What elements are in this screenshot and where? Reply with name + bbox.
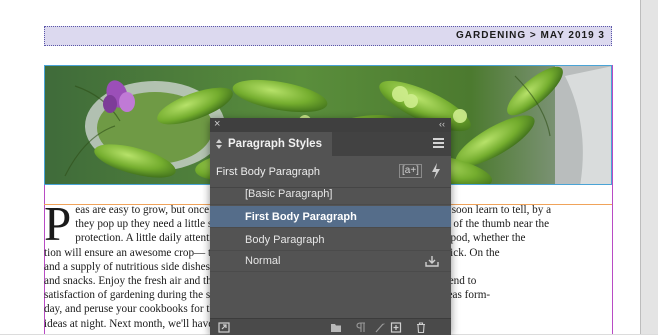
paragraph-styles-panel: × ‹‹ Paragraph Styles First Body Paragra… bbox=[210, 118, 451, 335]
panel-footer bbox=[210, 318, 451, 335]
style-item-first-body-paragraph[interactable]: First Body Paragraph bbox=[210, 206, 451, 228]
running-head-text: GARDENING > MAY 2019 3 bbox=[456, 30, 605, 41]
delete-style-icon[interactable] bbox=[415, 322, 427, 333]
drop-cap: P bbox=[44, 196, 72, 251]
style-item-basic-paragraph[interactable]: [Basic Paragraph] bbox=[210, 183, 451, 205]
new-style-icon[interactable] bbox=[390, 322, 402, 333]
panel-titlebar[interactable]: × ‹‹ bbox=[210, 118, 451, 132]
tab-paragraph-styles[interactable]: Paragraph Styles bbox=[210, 132, 332, 156]
new-group-folder-icon[interactable] bbox=[330, 322, 342, 333]
style-item-label: Body Paragraph bbox=[245, 234, 325, 246]
clear-overrides-icon[interactable] bbox=[356, 322, 368, 333]
panel-title: Paragraph Styles bbox=[228, 138, 322, 150]
pasteboard bbox=[640, 0, 658, 334]
style-item-body-paragraph[interactable]: Body Paragraph bbox=[210, 229, 451, 251]
running-head-frame[interactable]: GARDENING > MAY 2019 3 bbox=[44, 26, 612, 46]
quick-apply-icon[interactable] bbox=[431, 163, 441, 179]
style-item-label: [Basic Paragraph] bbox=[245, 188, 333, 200]
tab-reorder-icon bbox=[216, 139, 222, 149]
close-icon[interactable]: × bbox=[214, 118, 220, 130]
style-item-label: Normal bbox=[245, 255, 281, 267]
collapse-icon[interactable]: ‹‹ bbox=[439, 119, 445, 129]
panel-tab-row: Paragraph Styles bbox=[210, 132, 451, 156]
style-item-normal[interactable]: Normal bbox=[210, 250, 451, 272]
redefine-style-icon[interactable] bbox=[374, 322, 386, 333]
new-style-from-selection-icon[interactable]: [a+] bbox=[399, 164, 422, 178]
style-item-label: First Body Paragraph bbox=[245, 211, 357, 223]
load-styles-icon[interactable] bbox=[218, 322, 230, 333]
current-style-name: First Body Paragraph bbox=[216, 166, 320, 178]
panel-menu-icon[interactable] bbox=[433, 138, 444, 148]
imported-style-icon bbox=[425, 256, 439, 267]
